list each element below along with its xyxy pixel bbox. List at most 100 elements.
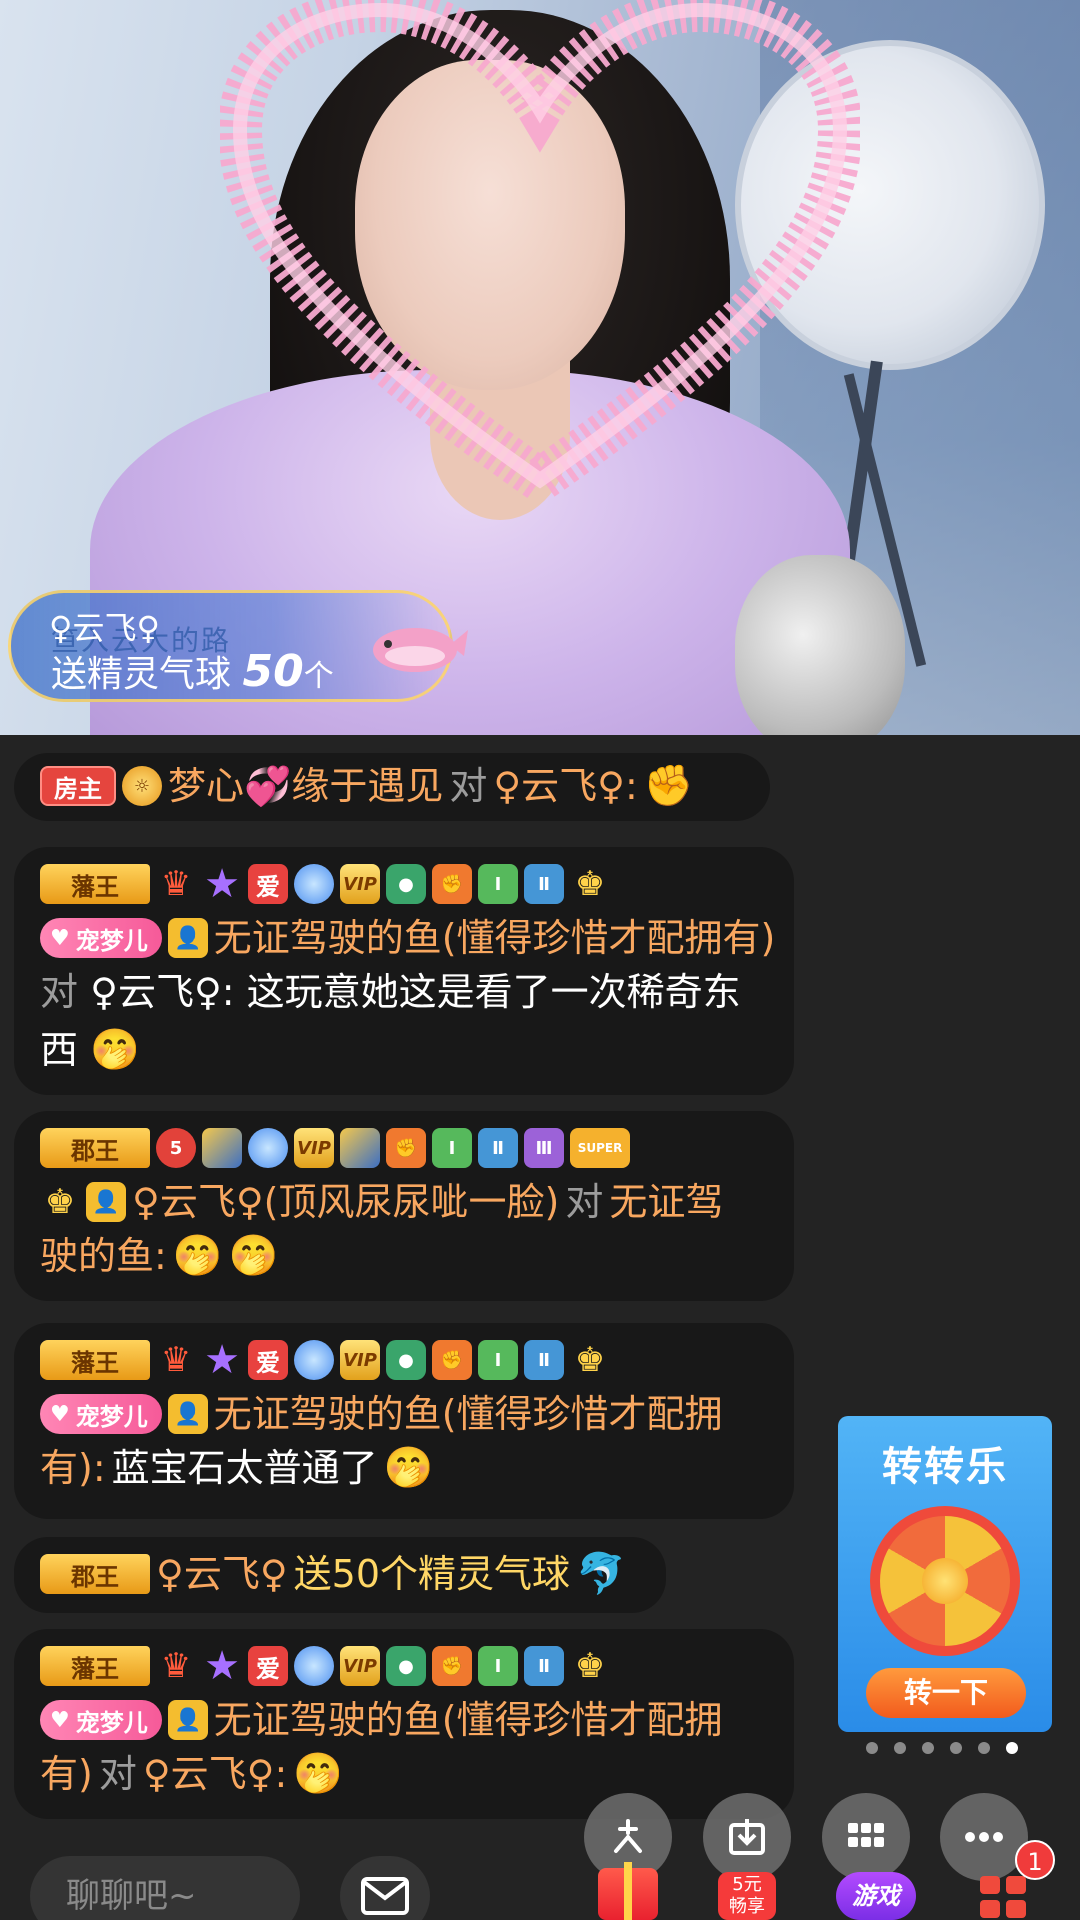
promo-line2: 畅享 [729, 1896, 765, 1917]
level-medal-icon: Ⅱ [524, 1646, 564, 1686]
wing-crown-icon: ♚ [574, 864, 606, 904]
heart-icon: ♥ [50, 925, 70, 951]
wing-crown-icon: ♚ [574, 1340, 606, 1380]
chat-message: 藩王 ♛ ★ 爱 VIP ● ✊ Ⅰ Ⅱ ♚ ♥ 宠梦儿 👤 无证驾驶的鱼(懂得珍… [14, 847, 794, 1095]
lucky-wheel-card[interactable]: 转转乐 转一下 [838, 1416, 1052, 1732]
gift-unit: 个 [303, 659, 334, 694]
level-medal-icon: Ⅱ [524, 1340, 564, 1380]
vip-icon: VIP [340, 1340, 380, 1380]
ball-level-icon: 5 [156, 1128, 196, 1168]
level-medal-icon: Ⅱ [478, 1128, 518, 1168]
chat-message: 藩王 ♛ ★ 爱 VIP ● ✊ Ⅰ Ⅱ ♚ ♥ 宠梦儿 👤 无证驾驶的鱼(懂得珍… [14, 1629, 794, 1819]
chat-username-part[interactable]: 无证驾驶的鱼(懂得珍惜才配拥 [214, 1693, 723, 1747]
star-icon: ★ [204, 861, 240, 907]
gem-icon [294, 1646, 334, 1686]
fan-club-name: 宠梦儿 [75, 926, 148, 955]
carousel-dots[interactable] [866, 1742, 1018, 1754]
to-word: 对 [98, 1752, 137, 1796]
apps-icon[interactable] [980, 1876, 1030, 1920]
king-badge: 藩王 [40, 864, 150, 904]
chat-target[interactable]: ♀云飞♀: [143, 1747, 287, 1801]
level-medal-icon: Ⅲ [524, 1128, 564, 1168]
chat-username-part[interactable]: 无证驾驶的鱼(懂得珍惜才配拥 [214, 1387, 723, 1441]
chat-target-rest[interactable]: 驶的鱼: [40, 1229, 167, 1283]
vip-icon: VIP [340, 1646, 380, 1686]
chat-username-rest[interactable]: 有): [40, 1441, 106, 1495]
more-options-button[interactable] [940, 1793, 1028, 1881]
gem-icon [294, 864, 334, 904]
download-icon [729, 1819, 765, 1855]
apps-tile [980, 1900, 1000, 1918]
ellipsis-icon [965, 1832, 1003, 1842]
chat-target[interactable]: ♀云飞♀: [90, 970, 234, 1014]
card-medal-icon [340, 1128, 380, 1168]
spin-button[interactable]: 转一下 [866, 1668, 1026, 1718]
king-badge: 藩王 [40, 1646, 150, 1686]
game-button[interactable]: 游戏 [836, 1872, 916, 1920]
chat-username[interactable]: 梦心💞缘于遇见 [168, 759, 443, 813]
vip-icon: VIP [340, 864, 380, 904]
fan-club-badge: ♥ 宠梦儿 [40, 918, 162, 958]
love-tag-icon: 爱 [248, 864, 288, 904]
download-button[interactable] [703, 1793, 791, 1881]
wheel-icon [870, 1506, 1020, 1656]
vip-icon: VIP [294, 1128, 334, 1168]
chat-input[interactable]: 聊聊吧~ [30, 1856, 300, 1920]
heart-icon: ♥ [50, 1707, 70, 1733]
promo-line1: 5元 [732, 1874, 762, 1895]
carousel-dot[interactable] [922, 1742, 934, 1754]
sun-level-icon: ☼ [122, 766, 162, 806]
gem-icon [294, 1340, 334, 1380]
level-medal-icon: Ⅰ [478, 1340, 518, 1380]
laugh-emoji-icon: 🤭 [293, 1751, 344, 1797]
carousel-dot[interactable] [978, 1742, 990, 1754]
grid-icon [848, 1823, 884, 1847]
chat-message: 郡王 5 VIP ✊ Ⅰ Ⅱ Ⅲ SUPER ♚ 👤 ♀云飞♀(顶风尿尿呲一脸)… [14, 1111, 794, 1301]
dolphin-gift-icon [373, 628, 468, 672]
crown-icon: ♛ [160, 1646, 192, 1686]
chat-username-rest[interactable]: 有) [40, 1747, 93, 1801]
carousel-dot-active[interactable] [1006, 1742, 1018, 1754]
to-word: 对 [40, 970, 79, 1014]
carousel-dot[interactable] [950, 1742, 962, 1754]
live-video[interactable]: 笪入云大的路 ♀云飞♀ 送精灵气球 50个 [0, 0, 1080, 735]
gift-box-icon[interactable] [598, 1862, 658, 1920]
king-badge: 郡王 [40, 1554, 150, 1594]
level-medal-icon: Ⅱ [524, 864, 564, 904]
card-medal-icon [202, 1128, 242, 1168]
carousel-dot[interactable] [866, 1742, 878, 1754]
promo-tag[interactable]: 5元 畅享 [718, 1872, 776, 1920]
chat-username[interactable]: ♀云飞♀(顶风尿尿呲一脸) [132, 1175, 559, 1229]
chat-target[interactable]: ♀云飞♀: [493, 759, 637, 813]
king-badge: 郡王 [40, 1128, 150, 1168]
love-tag-icon: 爱 [248, 1646, 288, 1686]
fist-medal-icon: ✊ [432, 1340, 472, 1380]
chat-username[interactable]: 无证驾驶的鱼(懂得珍惜才配拥有) [214, 911, 776, 965]
chat-text-block: 对 ♀云飞♀: 这玩意她这是看了一次稀奇东西 🤭 [40, 963, 768, 1079]
message-button[interactable] [340, 1856, 430, 1920]
user-avatar-icon: 👤 [86, 1182, 126, 1222]
hex-medal-icon: ● [386, 1340, 426, 1380]
dolphin-icon: 🐬 [576, 1551, 626, 1597]
chat-message: 藩王 ♛ ★ 爱 VIP ● ✊ Ⅰ Ⅱ ♚ ♥ 宠梦儿 👤 无证驾驶的鱼(懂得珍… [14, 1323, 794, 1519]
super-medal-icon: SUPER [570, 1128, 630, 1168]
laugh-emoji-icon: 🤭 [90, 1027, 140, 1073]
laugh-emoji-icon: 🤭 [383, 1445, 434, 1491]
star-icon: ★ [204, 1643, 240, 1689]
love-tag-icon: 爱 [248, 1340, 288, 1380]
chat-message: 房主 ☼ 梦心💞缘于遇见 对 ♀云飞♀: ✊ [14, 753, 770, 821]
apps-tile [980, 1876, 1000, 1894]
laugh-emoji-icon: 🤭 [172, 1233, 223, 1279]
grid-menu-button[interactable] [822, 1793, 910, 1881]
chat-username[interactable]: ♀云飞♀ [156, 1547, 288, 1601]
laugh-emoji-icon: 🤭 [228, 1233, 279, 1279]
host-badge: 房主 [40, 766, 116, 806]
crown-icon: ♛ [160, 1340, 192, 1380]
fan-club-name: 宠梦儿 [75, 1402, 148, 1431]
gift-action: 送精灵气球 [51, 654, 232, 695]
chat-target-part[interactable]: 无证驾 [609, 1175, 723, 1229]
level-medal-icon: Ⅰ [478, 864, 518, 904]
carousel-dot[interactable] [894, 1742, 906, 1754]
gift-count: 50 [242, 646, 304, 697]
crown-icon: ♛ [160, 864, 192, 904]
